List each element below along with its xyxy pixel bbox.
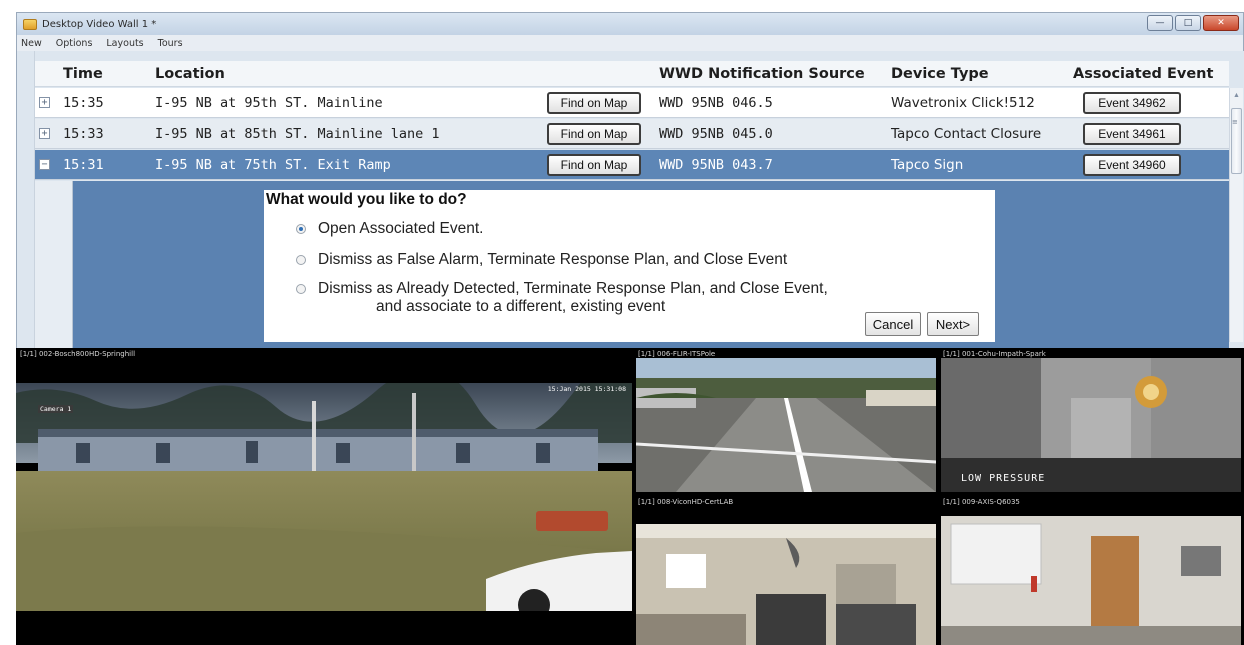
find-on-map-button[interactable]: Find on Map (547, 122, 641, 145)
header-expander (35, 61, 57, 86)
device-cell: Wavetronix Click!512 (891, 94, 1035, 111)
camera-osd-text: LOW PRESSURE (961, 473, 1046, 484)
window-title: Desktop Video Wall 1 * (42, 18, 157, 30)
maximize-button[interactable]: □ (1175, 15, 1201, 31)
table-row[interactable]: + 15:33 I-95 NB at 85th ST. Mainline lan… (35, 119, 1229, 149)
header-time[interactable]: Time (57, 61, 149, 86)
menu-new[interactable]: New (21, 38, 42, 49)
close-icon: ✕ (1217, 17, 1225, 28)
grid-header: Time Location WWD Notification Source De… (35, 61, 1229, 87)
expand-icon[interactable]: + (39, 97, 50, 108)
collapse-icon[interactable]: − (39, 159, 50, 170)
source-cell: WWD 95NB 045.0 (659, 125, 773, 142)
camera-feed (636, 358, 936, 492)
option-already-detected[interactable]: Dismiss as Already Detected, Terminate R… (296, 280, 828, 316)
minimize-icon: — (1155, 17, 1165, 28)
camera-tile[interactable]: [1/1] 006-FLIR-ITSPole (634, 348, 937, 494)
row-expander-cell: + (35, 119, 57, 148)
map-cell: Find on Map (543, 88, 653, 117)
radio-icon[interactable] (296, 255, 306, 265)
associated-event-button[interactable]: Event 34961 (1083, 122, 1181, 145)
event-cell: Event 34961 (1067, 119, 1225, 148)
event-cell: Event 34960 (1067, 150, 1225, 179)
camera-tile[interactable]: [1/1] 001-Cohu-Impath-Spark LOW PRESSURE (939, 348, 1244, 494)
header-source[interactable]: WWD Notification Source (653, 61, 885, 86)
camera-osd-timestamp: 15:Jan 2015 15:31:08 (547, 385, 626, 393)
camera-feed-image (636, 524, 936, 645)
time-cell: 15:33 (63, 125, 104, 142)
close-button[interactable]: ✕ (1203, 15, 1239, 31)
camera-feed-image (636, 358, 936, 492)
device-cell: Tapco Sign (891, 156, 964, 173)
grip-icon: ≡ (1232, 118, 1238, 126)
camera-tile[interactable]: [1/1] 002-Bosch800HD-Springhill Camera 1… (16, 348, 632, 645)
location-cell: I-95 NB at 85th ST. Mainline lane 1 (155, 125, 440, 142)
radio-selected-icon[interactable] (296, 224, 306, 234)
action-dialog: What would you like to do? Open Associat… (264, 190, 995, 342)
window-controls: — □ ✕ (1147, 15, 1239, 31)
grid-gutter (17, 51, 35, 348)
find-on-map-button[interactable]: Find on Map (547, 153, 641, 176)
camera-label: [1/1] 006-FLIR-ITSPole (638, 350, 716, 358)
maximize-icon: □ (1183, 17, 1193, 28)
camera-label: [1/1] 001-Cohu-Impath-Spark (943, 350, 1046, 358)
camera-label: [1/1] 002-Bosch800HD-Springhill (20, 350, 136, 358)
location-cell: I-95 NB at 75th ST. Exit Ramp (155, 156, 391, 173)
minimize-button[interactable]: — (1147, 15, 1173, 31)
table-row[interactable]: + 15:35 I-95 NB at 95th ST. Mainline Fin… (35, 88, 1229, 118)
time-cell: 15:31 (63, 156, 104, 173)
title-bar[interactable]: Desktop Video Wall 1 * — □ ✕ (17, 13, 1243, 35)
next-button[interactable]: Next> (927, 312, 979, 336)
menu-bar: New Options Layouts Tours (17, 35, 1243, 51)
camera-feed-image (941, 358, 1241, 492)
device-cell: Tapco Contact Closure (891, 125, 1042, 142)
option-false-alarm[interactable]: Dismiss as False Alarm, Terminate Respon… (296, 251, 787, 269)
source-cell: WWD 95NB 043.7 (659, 156, 773, 173)
camera-feed (636, 524, 936, 645)
radio-icon[interactable] (296, 284, 306, 294)
option-label: Open Associated Event. (318, 220, 484, 237)
camera-feed-image (16, 383, 632, 611)
camera-osd-label: Camera 1 (38, 405, 74, 413)
associated-event-button[interactable]: Event 34962 (1083, 91, 1181, 114)
event-cell: Event 34962 (1067, 88, 1225, 117)
location-cell: I-95 NB at 95th ST. Mainline (155, 94, 383, 111)
header-device-type[interactable]: Device Type (885, 61, 1067, 86)
menu-tours[interactable]: Tours (158, 38, 183, 49)
camera-label: [1/1] 008-ViconHD-CertLAB (638, 498, 734, 506)
dialog-question: What would you like to do? (266, 191, 467, 208)
expand-icon[interactable]: + (39, 128, 50, 139)
find-on-map-button[interactable]: Find on Map (547, 91, 641, 114)
map-cell: Find on Map (543, 119, 653, 148)
camera-feed (941, 516, 1241, 645)
camera-tile[interactable]: [1/1] 008-ViconHD-CertLAB (634, 496, 937, 645)
row-detail-gutter (35, 181, 73, 348)
map-cell: Find on Map (543, 150, 653, 179)
option-label: Dismiss as Already Detected, Terminate R… (318, 280, 828, 297)
option-label-continued: and associate to a different, existing e… (376, 298, 666, 315)
camera-label: [1/1] 009-AXIS-Q6035 (943, 498, 1020, 506)
camera-tile[interactable]: [1/1] 009-AXIS-Q6035 (939, 496, 1244, 645)
row-expander-cell: − (35, 150, 57, 179)
video-wall: [1/1] 002-Bosch800HD-Springhill Camera 1… (16, 348, 1244, 645)
menu-layouts[interactable]: Layouts (106, 38, 143, 49)
option-label: Dismiss as False Alarm, Terminate Respon… (318, 251, 788, 268)
app-icon (23, 18, 37, 30)
row-expander-cell: + (35, 88, 57, 117)
camera-feed-image (941, 516, 1241, 645)
cancel-button[interactable]: Cancel (865, 312, 921, 336)
time-cell: 15:35 (63, 94, 104, 111)
grid-scrollbar[interactable]: ▲ ≡ (1229, 88, 1243, 342)
camera-feed: LOW PRESSURE (941, 358, 1241, 492)
header-associated-event[interactable]: Associated Event (1067, 61, 1225, 86)
menu-options[interactable]: Options (56, 38, 93, 49)
scroll-up-icon[interactable]: ▲ (1233, 92, 1240, 99)
source-cell: WWD 95NB 046.5 (659, 94, 773, 111)
option-open-event[interactable]: Open Associated Event. (296, 220, 483, 238)
table-row-selected[interactable]: − 15:31 I-95 NB at 75th ST. Exit Ramp Fi… (35, 150, 1229, 180)
header-location[interactable]: Location (149, 61, 653, 86)
camera-feed: Camera 1 15:Jan 2015 15:31:08 (16, 383, 632, 611)
associated-event-button[interactable]: Event 34960 (1083, 153, 1181, 176)
